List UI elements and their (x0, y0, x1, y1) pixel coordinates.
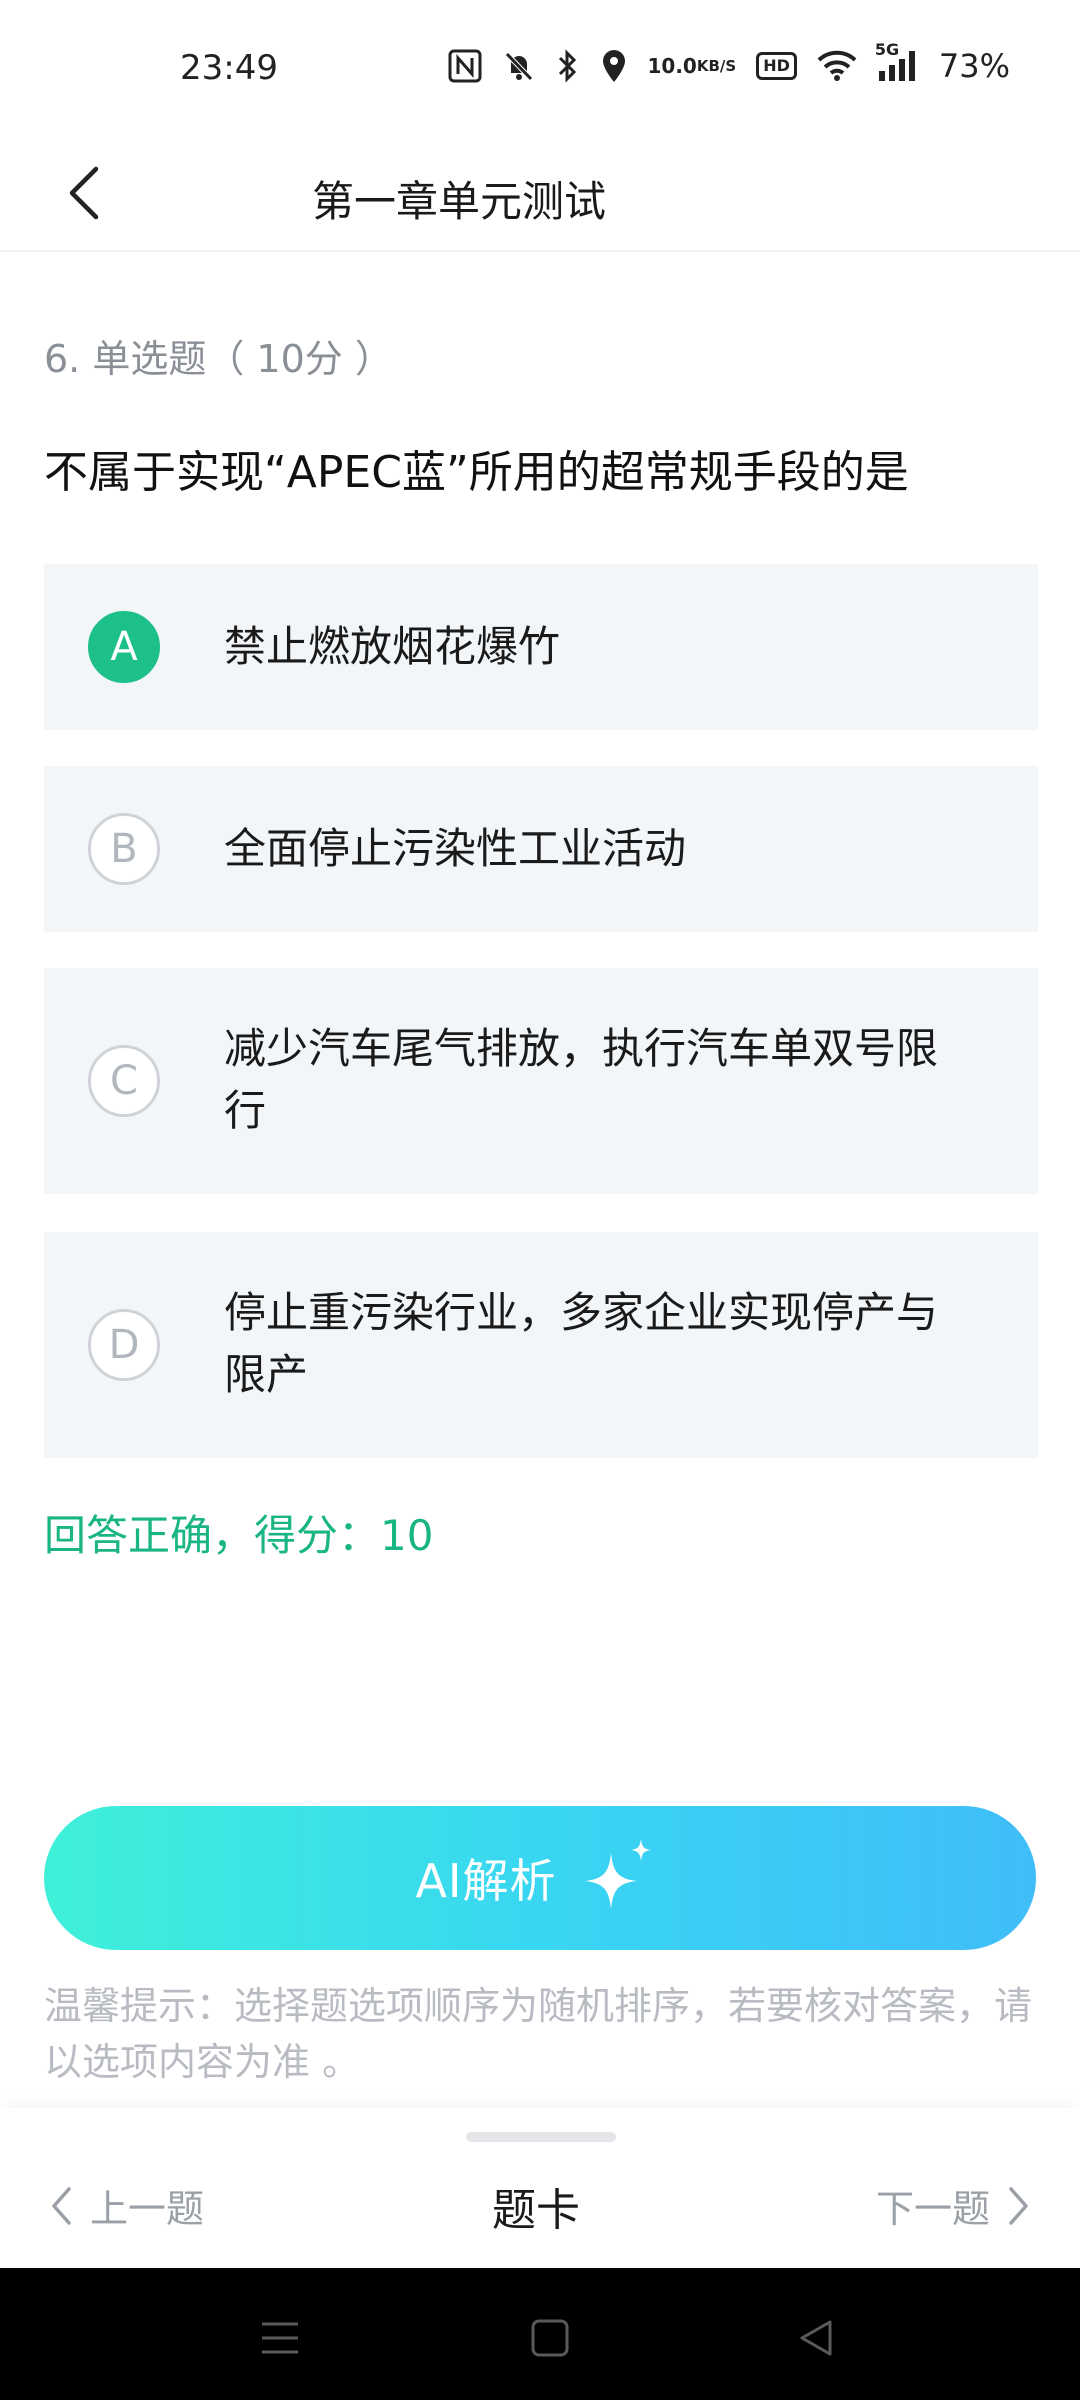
option-a-text: 禁止燃放烟花爆竹 (224, 622, 561, 671)
ai-analysis-button[interactable]: AI解析 (44, 1806, 1036, 1950)
menu-button[interactable] (250, 2308, 310, 2368)
question-text: 不属于实现“APEC蓝”所用的超常规手段的是 (44, 447, 909, 498)
network-type: 5G (874, 40, 900, 59)
chevron-left-icon (69, 166, 99, 220)
location-icon (600, 46, 628, 86)
net-speed: 10.0 KB/S (648, 46, 737, 86)
option-a-badge: A (88, 611, 160, 683)
menu-icon (262, 2322, 298, 2354)
system-nav-bar (0, 2268, 1080, 2400)
option-c-text: 减少汽车尾气排放，执行汽车单双号限行 (224, 1024, 939, 1135)
option-b-badge: B (88, 813, 160, 885)
status-icons: 10.0 KB/S HD 5G 73% (448, 40, 1010, 86)
home-icon (531, 2319, 569, 2357)
wifi-icon (817, 46, 857, 86)
option-d[interactable]: D 停止重污染行业，多家企业实现停产与限产 (44, 1232, 1038, 1458)
status-time: 23:49 (180, 48, 278, 88)
option-a[interactable]: A 禁止燃放烟花爆竹 (44, 564, 1038, 730)
home-button[interactable] (520, 2308, 580, 2368)
back-system-button[interactable] (786, 2308, 846, 2368)
prev-question-button[interactable]: 上一题 (50, 2178, 204, 2233)
question-meta: 6. 单选题（ 10分 ） (44, 337, 393, 381)
battery-level: 73% (938, 47, 1010, 85)
option-d-text: 停止重污染行业，多家企业实现停产与限产 (224, 1288, 939, 1399)
sparkle-icon (584, 1839, 651, 1909)
prev-question-label: 上一题 (90, 2187, 205, 2231)
chevron-right-icon (1009, 2186, 1028, 2225)
chevron-left-icon (52, 2186, 71, 2225)
mute-icon (502, 46, 536, 86)
option-c-badge: C (88, 1045, 160, 1117)
nfc-icon (448, 46, 482, 86)
drag-handle[interactable] (466, 2132, 616, 2142)
status-bar: 23:49 10.0 KB/S HD 5G 73% (0, 0, 1080, 140)
option-b[interactable]: B 全面停止污染性工业活动 (44, 766, 1038, 932)
tip-text: 温馨提示：选择题选项顺序为随机排序，若要核对答案，请以选项内容为准 。 (44, 1984, 1033, 2084)
question-card-button[interactable]: 题卡 (492, 2174, 580, 2238)
hd-icon: HD (756, 46, 797, 86)
option-c[interactable]: C 减少汽车尾气排放，执行汽车单双号限行 (44, 968, 1038, 1194)
answer-result: 回答正确，得分：10 (44, 1511, 434, 1560)
bluetooth-icon (556, 46, 580, 86)
app-header: 第一章单元测试 (0, 140, 1080, 252)
back-triangle-icon (800, 2320, 832, 2356)
hd-label: HD (756, 52, 797, 80)
net-speed-value: 10.0 (647, 54, 697, 78)
next-question-label: 下一题 (875, 2187, 990, 2231)
signal-icon: 5G (875, 40, 919, 86)
net-speed-unit: KB/S (696, 57, 737, 75)
page-title: 第一章单元测试 (312, 177, 607, 226)
option-b-text: 全面停止污染性工业活动 (224, 824, 687, 873)
bottom-nav: 上一题 题卡 下一题 (0, 2108, 1080, 2268)
option-d-badge: D (88, 1309, 160, 1381)
ai-analysis-label: AI解析 (415, 1854, 557, 1908)
back-button[interactable] (44, 148, 124, 238)
next-question-button[interactable]: 下一题 (876, 2178, 1030, 2233)
